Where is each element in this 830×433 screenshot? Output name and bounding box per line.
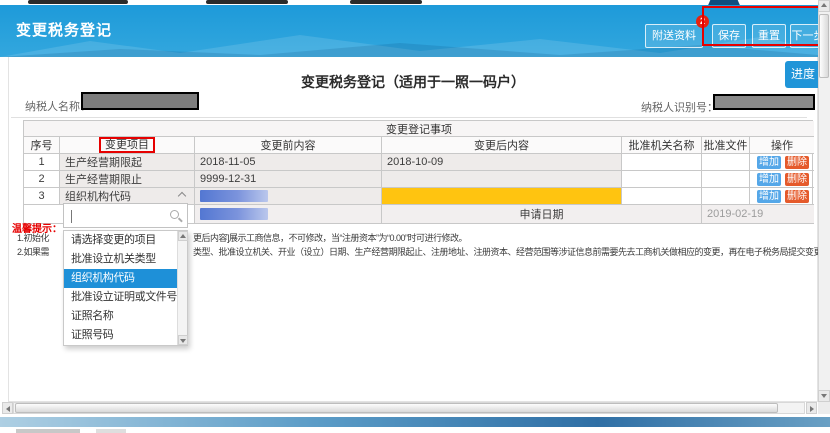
attach-documents-button[interactable]: 附送资料 — [645, 24, 703, 48]
taxpayer-id-redacted-value — [713, 94, 815, 110]
dropdown-list: 请选择变更的项目 批准设立机关类型 组织机构代码 批准设立证明或文件号 证照名称… — [63, 230, 188, 346]
taxpayer-id-label: 纳税人识别号： — [641, 99, 718, 115]
row-approve-doc — [702, 171, 750, 188]
row-after-value[interactable] — [382, 171, 622, 188]
save-button[interactable]: 保存 — [712, 24, 746, 48]
reset-button[interactable]: 重置 — [752, 24, 786, 48]
app-window: 变更税务登记 附送资料 2 保存 重置 下一步 进度 变更税务登记（适用于一照一… — [0, 0, 830, 433]
col-header-approve-doc: 批准文件 — [702, 137, 750, 154]
tip-line2-left: 2.如果需 — [17, 245, 49, 258]
chevron-up-icon[interactable] — [178, 192, 186, 200]
apply-row-before-cell — [195, 205, 382, 224]
row-actions: 增加 删除 — [750, 171, 814, 188]
row-before-value: 2018-11-05 — [195, 154, 382, 171]
dropdown-search-box[interactable] — [63, 203, 188, 228]
row-change-item: 生产经营期限起 — [60, 154, 195, 171]
row-before-value — [195, 188, 382, 205]
browser-tab-strip — [350, 0, 422, 4]
table-row: 2 生产经营期限止 9999-12-31 增加 删除 — [24, 171, 812, 188]
table-row: 1 生产经营期限起 2018-11-05 2018-10-09 增加 删除 — [24, 154, 812, 171]
dropdown-item[interactable]: 证照号码 — [64, 326, 187, 345]
row-actions: 增加 删除 — [750, 154, 814, 171]
scroll-down-icon[interactable] — [818, 390, 830, 402]
row-approve-org — [622, 154, 702, 171]
next-step-button[interactable]: 下一步 — [790, 24, 818, 48]
content-card: 进度 变更税务登记（适用于一照一码户） 纳税人名称： 纳税人识别号： 变更登记事… — [8, 57, 818, 402]
bottom-fragment — [16, 429, 80, 433]
row-approve-doc — [702, 154, 750, 171]
row-after-value[interactable]: 2018-10-09 — [382, 154, 622, 171]
tip-line1-left: 1.初始化 — [17, 231, 49, 244]
row-after-value-highlighted[interactable] — [382, 188, 622, 205]
row-seq: 3 — [24, 188, 60, 205]
scroll-up-icon[interactable] — [818, 0, 830, 12]
bottom-banner-strip — [0, 417, 830, 427]
dropdown-item-selected[interactable]: 组织机构代码 — [64, 269, 187, 288]
redacted-value-bar — [200, 190, 268, 202]
add-row-button[interactable]: 增加 — [757, 173, 781, 186]
page-header: 变更税务登记 附送资料 2 保存 重置 下一步 — [0, 5, 818, 57]
delete-row-button[interactable]: 删除 — [785, 173, 809, 186]
table-group-header-row: 变更登记事项 — [24, 121, 812, 137]
apply-date-value: 2019-02-19 — [702, 205, 814, 224]
row-actions: 增加 删除 — [750, 188, 814, 205]
col-header-change-item: 变更项目 — [60, 137, 195, 154]
dropdown-item[interactable]: 证照名称 — [64, 307, 187, 326]
redacted-value-bar — [200, 208, 268, 220]
taxpayer-name-redacted-value — [81, 92, 199, 110]
delete-row-button[interactable]: 删除 — [785, 156, 809, 169]
attach-badge: 2 — [696, 15, 709, 28]
scroll-left-icon[interactable] — [2, 402, 13, 414]
scroll-right-icon[interactable] — [806, 402, 817, 414]
dropdown-item[interactable]: 批准设立证明或文件号 — [64, 288, 187, 307]
row-approve-doc — [702, 188, 750, 205]
tip-line1-right: 更后内容]展示工商信息，不可修改，当“注册资本”为“0.00”时可进行修改。 — [193, 231, 467, 244]
dropdown-item[interactable]: 请选择变更的项目 — [64, 231, 187, 250]
col-header-seq: 序号 — [24, 137, 60, 154]
col-header-actions: 操作 — [750, 137, 814, 154]
dropdown-search-input[interactable] — [74, 206, 162, 225]
table-header-row: 序号 变更项目 变更前内容 变更后内容 批准机关名称 批准文件 操作 — [24, 137, 812, 154]
search-icon — [170, 210, 179, 219]
page-title: 变更税务登记 — [16, 19, 112, 40]
bottom-fragment — [96, 429, 126, 433]
row-seq: 2 — [24, 171, 60, 188]
browser-tab-strip — [206, 0, 288, 4]
col-header-approve-org: 批准机关名称 — [622, 137, 702, 154]
browser-tab-strip — [28, 0, 128, 4]
row-change-item: 生产经营期限止 — [60, 171, 195, 188]
scroll-down-icon[interactable] — [178, 335, 188, 345]
add-row-button[interactable]: 增加 — [757, 190, 781, 203]
scrollbar-corner — [818, 402, 830, 414]
row-approve-org — [622, 171, 702, 188]
delete-row-button[interactable]: 删除 — [785, 190, 809, 203]
scroll-up-icon[interactable] — [178, 231, 188, 241]
dropdown-scrollbar[interactable] — [177, 231, 187, 345]
vertical-scrollbar-thumb[interactable] — [819, 14, 829, 78]
row-approve-org — [622, 188, 702, 205]
tip-line2-right: 类型、批准设立机关、开业（设立）日期、生产经营期限起止、注册地址、注册资本、经营… — [193, 245, 830, 258]
apply-date-label: 申请日期 — [382, 205, 702, 224]
combobox-value: 组织机构代码 — [65, 188, 131, 204]
row-seq: 1 — [24, 154, 60, 171]
row-before-value: 9999-12-31 — [195, 171, 382, 188]
add-row-button[interactable]: 增加 — [757, 156, 781, 169]
text-caret — [71, 210, 72, 223]
col-header-after: 变更后内容 — [382, 137, 622, 154]
red-highlight-box-column: 变更项目 — [99, 137, 155, 153]
dropdown-item[interactable]: 批准设立机关类型 — [64, 250, 187, 269]
form-title: 变更税务登记（适用于一照一码户） — [9, 72, 817, 92]
table-group-header: 变更登记事项 — [24, 121, 814, 137]
horizontal-scrollbar-thumb[interactable] — [15, 403, 778, 413]
divider — [11, 117, 807, 118]
col-header-before: 变更前内容 — [195, 137, 382, 154]
